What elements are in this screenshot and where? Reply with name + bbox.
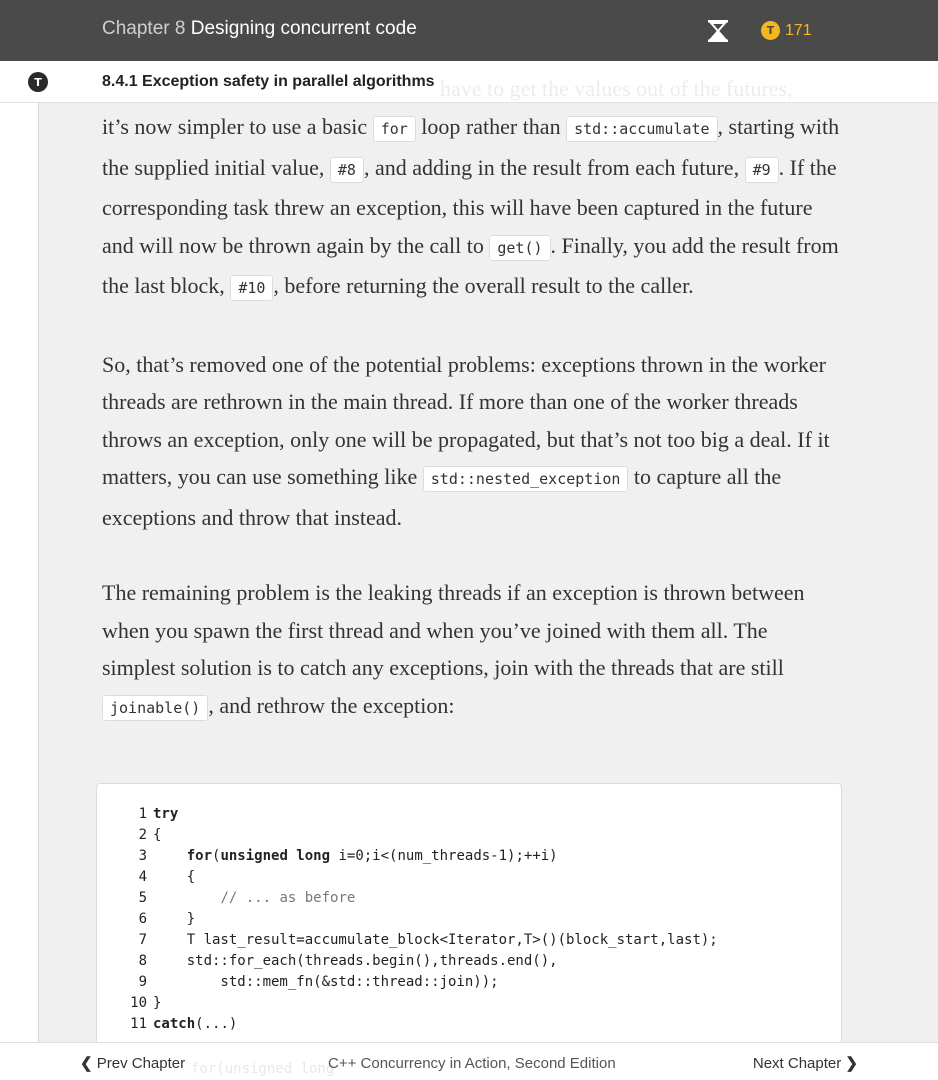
inline-code: get()	[489, 234, 551, 261]
code-text: {	[153, 869, 196, 885]
inline-code: joinable()	[102, 694, 209, 721]
token-counter[interactable]: T 171	[761, 21, 812, 40]
prev-chapter-link[interactable]: ❮ Prev Chapter	[80, 1054, 185, 1072]
annotation-ref[interactable]: #9	[744, 156, 779, 183]
line-number: 9	[138, 974, 147, 990]
annotation-ref[interactable]: #10	[230, 275, 274, 302]
line-number: 7	[138, 932, 147, 948]
top-bar: Chapter 8 Designing concurrent code T 17…	[0, 0, 938, 61]
section-header: have to get the values out of the future…	[0, 61, 938, 103]
line-number: 2	[138, 827, 147, 843]
token-icon: T	[761, 21, 780, 40]
code-line: 3 for(unsigned long i=0;i<(num_threads-1…	[97, 846, 558, 867]
line-number: 3	[138, 848, 147, 864]
code-line: 11 catch(...)	[97, 1014, 237, 1035]
code-text: for(unsigned long i=0;i<(num_threads-1);…	[186, 848, 558, 864]
line-number: 4	[138, 869, 147, 885]
code-text: }	[153, 911, 196, 927]
code-text: {	[153, 827, 162, 843]
code-line: 7 T last_result=accumulate_block<Iterato…	[97, 930, 718, 951]
code-line: 5 // ... as before	[97, 888, 356, 909]
paragraph-1: it’s now simpler to use a basic for loop…	[102, 108, 842, 308]
inline-code: std::nested_exception	[422, 466, 629, 493]
scrolled-text-ghost: have to get the values out of the future…	[440, 76, 793, 101]
next-chapter-link[interactable]: Next Chapter ❯	[753, 1054, 858, 1072]
chapter-title: Chapter 8 Designing concurrent code	[102, 18, 417, 40]
chapter-name: Designing concurrent code	[190, 18, 417, 39]
code-line: 9 std::mem_fn(&std::thread::join));	[97, 972, 499, 993]
line-number: 8	[138, 953, 147, 969]
chevron-right-icon: ❯	[841, 1055, 858, 1072]
chevron-left-icon: ❮	[80, 1055, 97, 1072]
code-text: }	[153, 995, 162, 1011]
chapter-number: Chapter 8	[102, 18, 186, 39]
line-number: 10	[130, 995, 147, 1011]
line-number: 5	[138, 890, 147, 906]
code-line: 10}	[97, 993, 161, 1014]
annotation-ref[interactable]: #8	[329, 156, 364, 183]
bottom-navigation: for(unsigned long ❮ Prev Chapter C++ Con…	[0, 1042, 938, 1080]
line-number: 11	[130, 1016, 147, 1032]
book-title: C++ Concurrency in Action, Second Editio…	[328, 1055, 616, 1072]
code-line: 4 {	[97, 867, 196, 888]
code-line: 8 std::for_each(threads.begin(),threads.…	[97, 951, 558, 972]
code-text: catch(...)	[153, 1016, 238, 1032]
paragraph-3: The remaining problem is the leaking thr…	[102, 574, 842, 727]
inline-code: for	[372, 116, 416, 142]
hourglass-icon[interactable]	[707, 19, 729, 43]
inline-code: std::accumulate	[566, 116, 718, 142]
line-number: 1	[138, 806, 147, 822]
code-text: std::mem_fn(&std::thread::join));	[153, 974, 499, 990]
manning-logo-icon[interactable]: T	[28, 72, 48, 92]
reading-content: it’s now simpler to use a basic for loop…	[102, 108, 842, 765]
code-text: T last_result=accumulate_block<Iterator,…	[153, 932, 718, 948]
code-line: 1 try	[97, 804, 179, 825]
code-text: std::for_each(threads.begin(),threads.en…	[153, 953, 558, 969]
code-text: try	[153, 806, 179, 822]
section-title: 8.4.1 Exception safety in parallel algor…	[102, 73, 435, 90]
token-count: 171	[785, 21, 812, 39]
line-number: 6	[138, 911, 147, 927]
code-text: // ... as before	[220, 890, 356, 906]
code-line: 6 }	[97, 909, 196, 930]
scrolled-code-ghost: for(unsigned long	[191, 1061, 335, 1077]
paragraph-2: So, that’s removed one of the potential …	[102, 351, 830, 530]
code-line: 2{	[97, 825, 162, 846]
code-listing: 1 try 2{3 for(unsigned long i=0;i<(num_thr…	[96, 783, 842, 1053]
